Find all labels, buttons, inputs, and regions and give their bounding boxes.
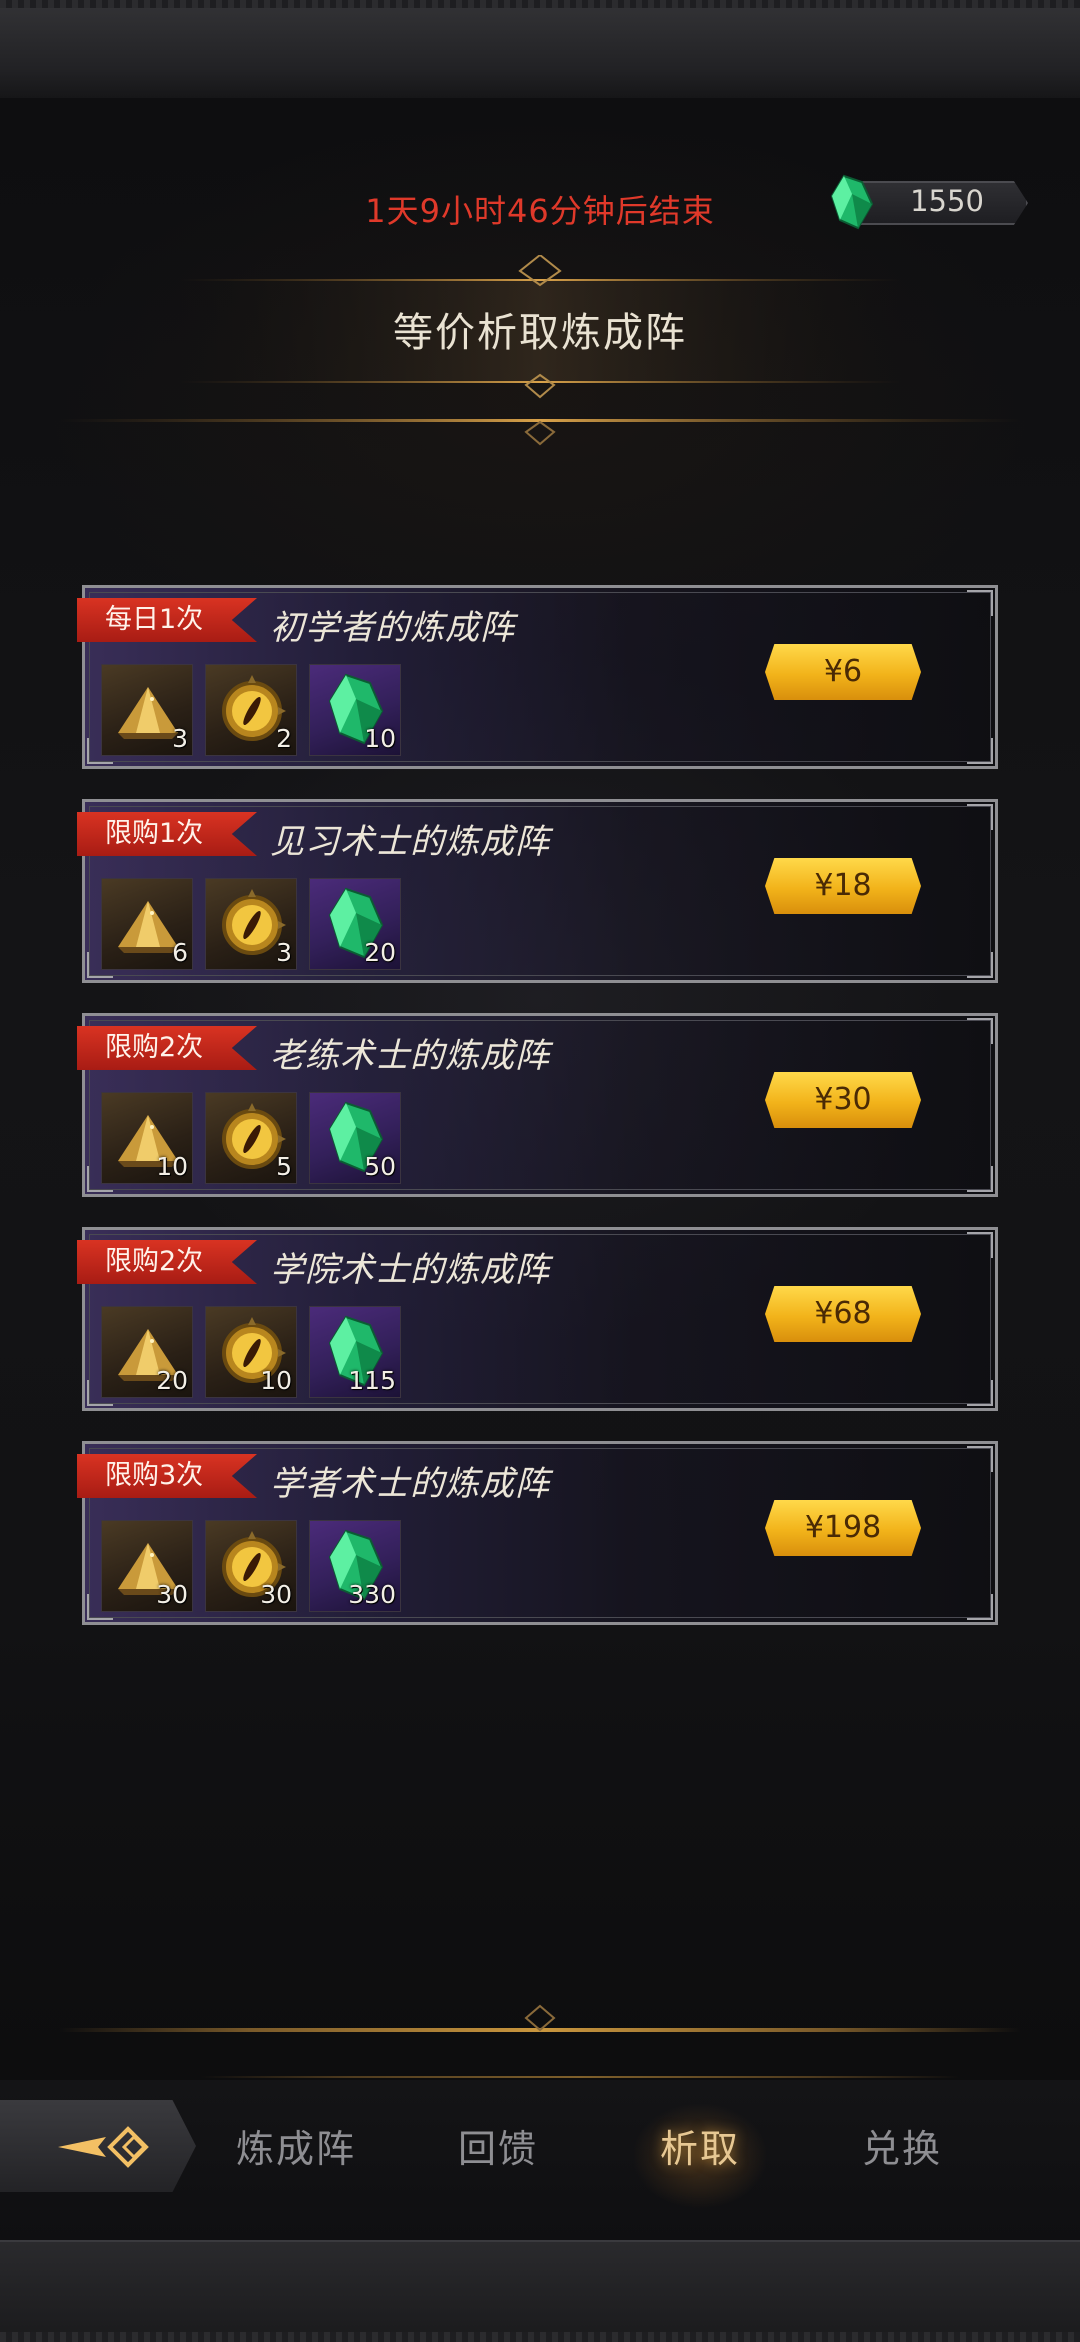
reward-item[interactable]: 10 <box>205 1306 297 1398</box>
corner-ornament <box>967 1232 993 1258</box>
corner-ornament <box>967 1380 993 1406</box>
reward-item[interactable]: 20 <box>309 878 401 970</box>
item-quantity: 5 <box>276 1152 292 1181</box>
package-name: 老练术士的炼成阵 <box>270 1036 550 1076</box>
corner-ornament <box>967 1166 993 1192</box>
reward-item[interactable]: 30 <box>101 1520 193 1612</box>
reward-item[interactable]: 30 <box>205 1520 297 1612</box>
item-quantity: 115 <box>348 1366 396 1395</box>
top-frame <box>0 0 1080 100</box>
bottom-divider-ornament <box>524 2004 556 2032</box>
package-name: 初学者的炼成阵 <box>270 608 515 648</box>
buy-price-button[interactable]: ¥6 <box>765 644 921 700</box>
buy-price-button[interactable]: ¥30 <box>765 1072 921 1128</box>
purchase-limit-tag: 限购2次 <box>77 1240 257 1284</box>
purchase-limit-tag: 限购2次 <box>77 1026 257 1070</box>
item-quantity: 3 <box>172 724 188 753</box>
reward-item[interactable]: 5 <box>205 1092 297 1184</box>
item-quantity: 10 <box>364 724 396 753</box>
package-card[interactable]: 限购1次 见习术士的炼成阵 6 3 20 ¥18 <box>77 799 998 983</box>
purchase-limit-tag: 每日1次 <box>77 598 257 642</box>
tab-rewards[interactable]: 回馈 <box>418 2118 578 2173</box>
package-name: 见习术士的炼成阵 <box>270 822 550 862</box>
item-quantity: 10 <box>260 1366 292 1395</box>
package-name: 学者术士的炼成阵 <box>270 1464 550 1504</box>
currency-display[interactable]: 1550 <box>822 172 1028 230</box>
corner-ornament <box>967 952 993 978</box>
reward-item[interactable]: 330 <box>309 1520 401 1612</box>
reward-item[interactable]: 20 <box>101 1306 193 1398</box>
reward-item[interactable]: 10 <box>309 664 401 756</box>
tab-alchemy-array[interactable]: 炼成阵 <box>216 2118 376 2173</box>
item-quantity: 20 <box>156 1366 188 1395</box>
item-quantity: 30 <box>156 1580 188 1609</box>
page-title: 等价析取炼成阵 <box>393 310 687 356</box>
diamond-arrow-icon <box>58 2126 149 2168</box>
item-quantity: 20 <box>364 938 396 967</box>
home-tab[interactable] <box>0 2100 196 2192</box>
purchase-limit-tag: 限购1次 <box>77 812 257 856</box>
package-card[interactable]: 每日1次 初学者的炼成阵 3 2 10 ¥6 <box>77 585 998 769</box>
item-quantity: 3 <box>276 938 292 967</box>
tab-extract[interactable]: 析取 <box>620 2118 780 2173</box>
item-quantity: 330 <box>348 1580 396 1609</box>
package-card[interactable]: 限购2次 学院术士的炼成阵 20 10 115 ¥68 <box>77 1227 998 1411</box>
reward-item[interactable]: 3 <box>101 664 193 756</box>
package-card[interactable]: 限购3次 学者术士的炼成阵 30 30 330 ¥198 <box>77 1441 998 1625</box>
corner-ornament <box>967 1594 993 1620</box>
item-quantity: 6 <box>172 938 188 967</box>
corner-ornament <box>967 804 993 830</box>
buy-price-button[interactable]: ¥198 <box>765 1500 921 1556</box>
corner-ornament <box>967 738 993 764</box>
event-countdown: 1天9小时46分钟后结束 <box>365 192 715 230</box>
tab-exchange[interactable]: 兑换 <box>822 2118 982 2173</box>
item-quantity: 50 <box>364 1152 396 1181</box>
reward-item[interactable]: 6 <box>101 878 193 970</box>
buy-price-button[interactable]: ¥68 <box>765 1286 921 1342</box>
corner-ornament <box>967 1446 993 1472</box>
purchase-limit-tag: 限购3次 <box>77 1454 257 1498</box>
reward-item[interactable]: 115 <box>309 1306 401 1398</box>
reward-item[interactable]: 10 <box>101 1092 193 1184</box>
tab-bar-top-line <box>200 2076 960 2078</box>
reward-item[interactable]: 50 <box>309 1092 401 1184</box>
buy-price-button[interactable]: ¥18 <box>765 858 921 914</box>
package-name: 学院术士的炼成阵 <box>270 1250 550 1290</box>
currency-amount: 1550 <box>910 184 984 218</box>
corner-ornament <box>967 1018 993 1044</box>
item-quantity: 2 <box>276 724 292 753</box>
item-quantity: 30 <box>260 1580 292 1609</box>
title-divider-ornament <box>524 420 556 446</box>
reward-item[interactable]: 3 <box>205 878 297 970</box>
reward-item[interactable]: 2 <box>205 664 297 756</box>
corner-ornament <box>967 590 993 616</box>
bottom-frame <box>0 2240 1080 2342</box>
package-card[interactable]: 限购2次 老练术士的炼成阵 10 5 50 ¥30 <box>77 1013 998 1197</box>
item-quantity: 10 <box>156 1152 188 1181</box>
green-crystal-icon <box>830 174 874 230</box>
